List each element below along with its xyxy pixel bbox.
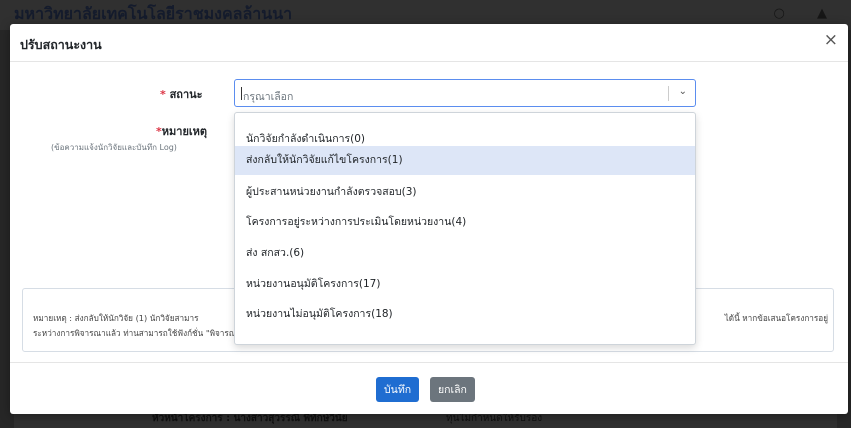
status-option-18[interactable]: หน่วยงานไม่อนุมัติโครงการ(18) [235,300,695,329]
status-option-1[interactable]: ส่งกลับให้นักวิจัยแก้ไขโครงการ(1) [235,146,695,175]
status-option-4[interactable]: โครงการอยู่ระหว่างการประเมินโดยหน่วยงาน(… [235,208,695,237]
status-option-6[interactable]: ส่ง สกสว.(6) [235,239,695,268]
status-dropdown-menu: นักวิจัยกำลังดำเนินการ(0) ส่งกลับให้นักว… [234,112,696,345]
modal-footer: บันทึก ยกเลิก [10,362,848,414]
modal-header: ปรับสถานะงาน × [10,24,848,62]
note-line-1-end: ได้นี้ หากข้อเสนอโครงการอยู่ [724,313,828,323]
status-option-17[interactable]: หน่วยงานอนุมัติโครงการ(17) [235,270,695,299]
select-separator [668,86,669,101]
chevron-down-icon[interactable]: ⌄ [679,86,687,97]
cancel-button[interactable]: ยกเลิก [430,377,475,402]
note-line-1-start: หมายเหตุ : ส่งกลับให้นักวิจัย (1) นักวิจ… [33,313,199,323]
status-select[interactable]: กรุณาเลือก ⌄ [234,79,696,107]
text-cursor [241,87,242,100]
save-button[interactable]: บันทึก [376,377,420,402]
remark-sublabel: (ข้อความแจ้งนักวิจัยและบันทึก Log) [51,143,177,152]
required-mark: * [160,88,170,101]
modal-title: ปรับสถานะงาน [20,37,102,52]
status-select-placeholder: กรุณาเลือก [243,91,294,103]
status-option-3[interactable]: ผู้ประสานหน่วยงานกำลังตรวจสอบ(3) [235,178,695,207]
update-status-modal: ปรับสถานะงาน × * สถานะ กรุณาเลือก ⌄ *หมา… [10,24,848,414]
status-label: * สถานะ [160,88,203,101]
close-icon[interactable]: × [824,32,838,49]
remark-label: *หมายเหตุ [156,125,208,138]
